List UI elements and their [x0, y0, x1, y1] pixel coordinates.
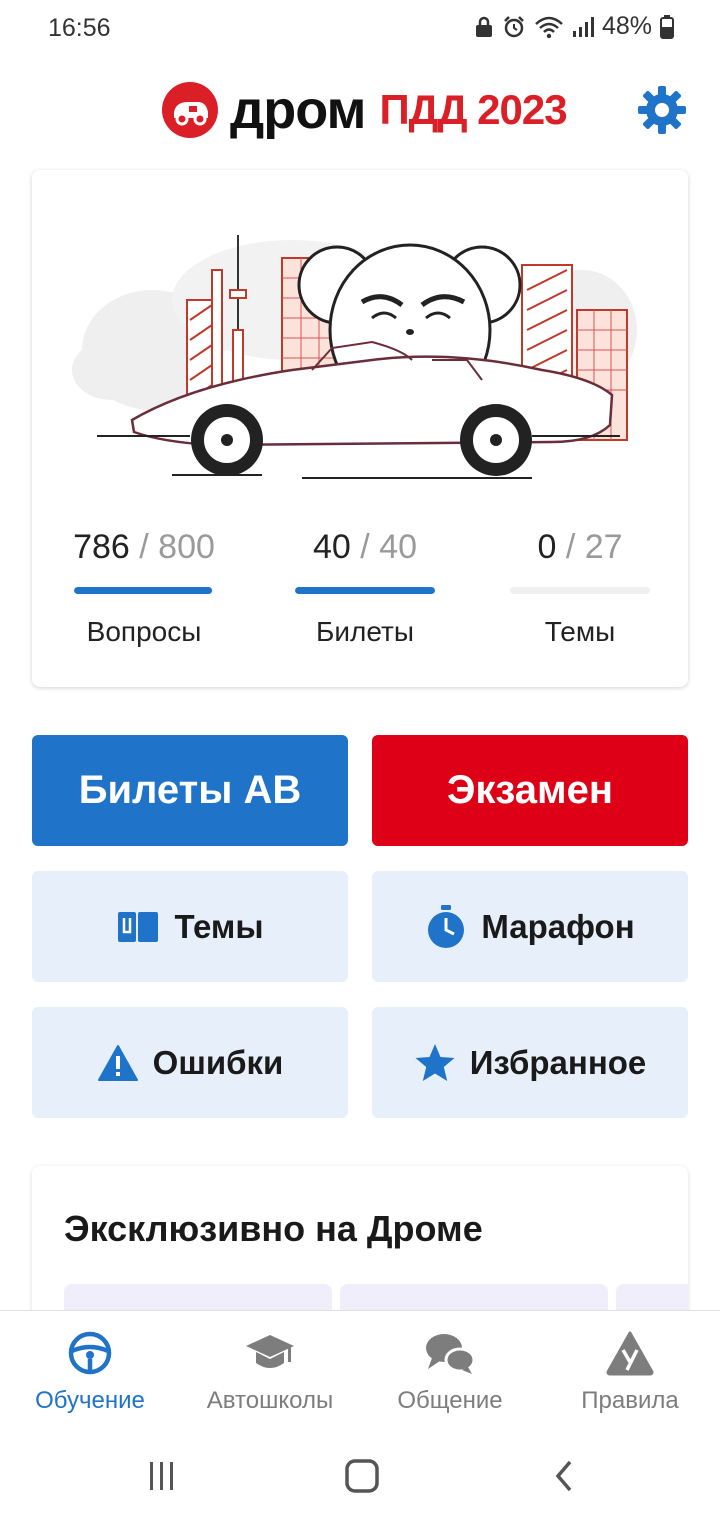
- nav-label: Обучение: [35, 1387, 145, 1414]
- topics-label: Темы: [174, 907, 264, 945]
- status-time: 16:56: [48, 14, 111, 42]
- warning-icon: [97, 1044, 138, 1081]
- stat-numbers: 40 / 40: [312, 528, 417, 566]
- topics-button[interactable]: Темы: [32, 871, 348, 982]
- nav-driving-schools[interactable]: Автошколы: [180, 1329, 360, 1415]
- status-icons: 48%: [474, 12, 674, 41]
- stat-tickets[interactable]: 40 / 40 Билеты: [265, 525, 465, 648]
- status-bar: 16:56 48%: [0, 0, 720, 56]
- stat-topics[interactable]: 0 / 27 Темы: [480, 525, 680, 648]
- stat-label: Темы: [544, 616, 616, 647]
- favorites-button[interactable]: Избранное: [372, 1007, 688, 1118]
- nav-learning[interactable]: Обучение: [0, 1329, 180, 1415]
- stat-questions[interactable]: 786 / 800 Вопросы: [44, 525, 244, 648]
- battery-icon: [660, 14, 674, 39]
- home-icon: [345, 1459, 379, 1493]
- system-navigation: [0, 1430, 720, 1520]
- gear-icon: [638, 86, 686, 134]
- stat-label: Вопросы: [86, 616, 202, 647]
- chat-bubbles-icon: [426, 1334, 476, 1374]
- nav-rules[interactable]: Правила: [540, 1329, 720, 1415]
- battery-percent: 48%: [601, 12, 652, 40]
- nav-community[interactable]: Общение: [360, 1329, 540, 1415]
- steering-wheel-icon: [68, 1331, 112, 1375]
- stat-numbers: 786 / 800: [73, 528, 215, 566]
- nav-label: Правила: [581, 1387, 679, 1414]
- recent-apps-button[interactable]: [140, 1456, 184, 1496]
- book-icon: [118, 911, 159, 942]
- signal-icon: [572, 16, 594, 37]
- warning-sign-icon: [606, 1331, 654, 1376]
- logo-subtitle: ПДД 2023: [379, 86, 567, 133]
- stat-progress-bar: [510, 587, 650, 594]
- back-button[interactable]: [542, 1456, 586, 1496]
- app-header: дром ПДД 2023: [0, 70, 720, 154]
- nav-label: Автошколы: [206, 1387, 334, 1414]
- mascot-car-illustration: [72, 235, 637, 479]
- app-logo: дром ПДД 2023: [162, 80, 568, 140]
- graduation-cap-icon: [246, 1335, 294, 1368]
- stat-label: Билеты: [316, 616, 414, 647]
- mistakes-button[interactable]: Ошибки: [32, 1007, 348, 1118]
- progress-card: 786 / 800 Вопросы 40 / 40 Билеты 0 / 27 …: [32, 170, 688, 687]
- exclusive-title: Эксклюзивно на Дроме: [64, 1208, 483, 1249]
- settings-button[interactable]: [636, 84, 688, 136]
- recent-apps-icon: [150, 1462, 173, 1490]
- tickets-ab-button[interactable]: Билеты АВ: [32, 735, 348, 846]
- stat-numbers: 0 / 27: [537, 528, 623, 566]
- nav-label: Общение: [397, 1387, 503, 1414]
- wifi-icon: [535, 16, 563, 38]
- logo-word: дром: [230, 80, 366, 140]
- stat-progress-bar: [295, 587, 435, 594]
- back-icon: [555, 1460, 572, 1492]
- exam-button[interactable]: Экзамен: [372, 735, 688, 846]
- favorites-label: Избранное: [469, 1043, 647, 1081]
- home-button[interactable]: [340, 1456, 384, 1496]
- marathon-button[interactable]: Марафон: [372, 871, 688, 982]
- stat-progress-bar: [74, 587, 214, 594]
- star-icon: [415, 1043, 455, 1081]
- marathon-label: Марафон: [481, 907, 635, 945]
- stopwatch-icon: [428, 904, 465, 948]
- alarm-icon: [504, 15, 524, 37]
- bottom-navigation: Обучение Автошколы Общение Правила: [0, 1310, 720, 1430]
- drom-logo-icon: [162, 82, 218, 138]
- mistakes-label: Ошибки: [152, 1043, 284, 1081]
- lock-icon: [475, 16, 492, 37]
